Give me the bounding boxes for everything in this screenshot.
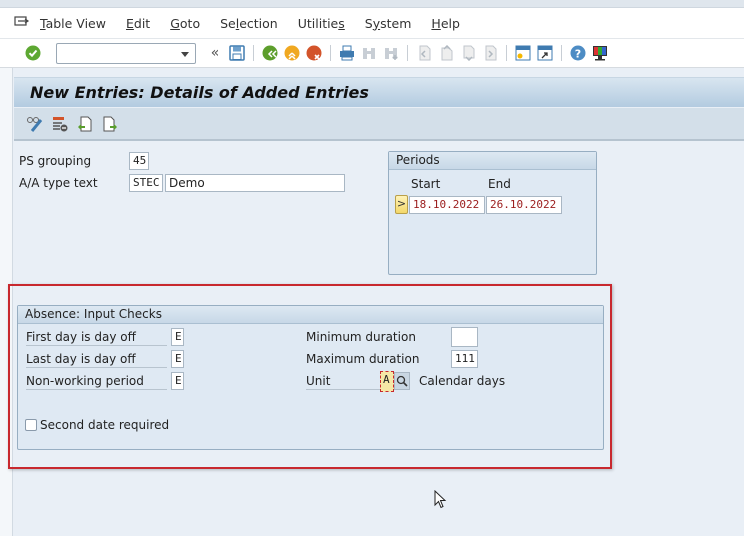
customize-layout-icon[interactable] xyxy=(591,44,609,62)
window-top-strip xyxy=(0,0,744,8)
toolbar-separator xyxy=(253,45,254,61)
menu-bar: Table View Edit Goto Selection Utilities… xyxy=(0,8,744,38)
page-title: New Entries: Details of Added Entries xyxy=(30,83,369,102)
print-icon[interactable] xyxy=(338,44,356,62)
mouse-cursor-icon xyxy=(434,489,448,513)
maximum-duration-field[interactable]: 111 xyxy=(451,350,478,368)
first-page-icon[interactable] xyxy=(415,44,433,62)
chevron-down-icon[interactable] xyxy=(181,51,189,57)
periods-end-header: End xyxy=(488,177,511,191)
periods-start-header: Start xyxy=(411,177,441,191)
non-working-period-field[interactable]: E xyxy=(171,372,184,390)
menu-edit[interactable]: Edit xyxy=(126,16,150,31)
title-bar: New Entries: Details of Added Entries xyxy=(14,77,744,107)
standard-toolbar: « ? xyxy=(0,38,744,68)
menu-selection[interactable]: Selection xyxy=(220,16,278,31)
toolbar-separator xyxy=(330,45,331,61)
back-icon[interactable] xyxy=(261,44,279,62)
menu-utilities[interactable]: Utilities xyxy=(298,16,345,31)
menu-table-view[interactable]: Table View xyxy=(40,16,106,31)
search-icon xyxy=(396,375,408,387)
second-date-required-checkbox[interactable] xyxy=(25,419,37,431)
search-help-button[interactable] xyxy=(394,372,410,390)
first-day-off-label: First day is day off xyxy=(26,328,167,346)
previous-page-icon[interactable] xyxy=(437,44,455,62)
ps-grouping-label: PS grouping xyxy=(19,154,92,168)
aa-type-text-label: A/A type text xyxy=(19,176,98,190)
aa-type-text-field[interactable]: Demo xyxy=(165,174,345,192)
next-entry-icon[interactable] xyxy=(101,115,119,133)
first-day-off-field[interactable]: E xyxy=(171,328,184,346)
command-field[interactable] xyxy=(56,42,196,64)
new-session-icon[interactable] xyxy=(514,44,532,62)
toolbar-separator xyxy=(407,45,408,61)
system-menu-icon[interactable] xyxy=(14,16,30,30)
shortcut-icon[interactable] xyxy=(536,44,554,62)
enter-icon[interactable] xyxy=(24,44,42,62)
last-day-off-field[interactable]: E xyxy=(171,350,184,368)
command-input[interactable] xyxy=(57,43,175,63)
application-toolbar xyxy=(14,108,744,141)
save-icon[interactable] xyxy=(228,44,246,62)
previous-entry-icon[interactable] xyxy=(76,115,94,133)
help-icon[interactable]: ? xyxy=(569,44,587,62)
find-next-icon[interactable] xyxy=(382,44,400,62)
last-page-icon[interactable] xyxy=(481,44,499,62)
cancel-icon[interactable] xyxy=(305,44,323,62)
non-working-period-label: Non-working period xyxy=(26,372,167,390)
exit-icon[interactable] xyxy=(283,44,301,62)
find-icon[interactable] xyxy=(360,44,378,62)
minimum-duration-label: Minimum duration xyxy=(306,330,416,344)
periods-title: Periods xyxy=(389,152,596,170)
menu-help[interactable]: Help xyxy=(431,16,460,31)
next-page-icon[interactable] xyxy=(459,44,477,62)
input-checks-title: Absence: Input Checks xyxy=(18,306,603,324)
last-day-off-label: Last day is day off xyxy=(26,350,167,368)
display-change-icon[interactable] xyxy=(26,115,44,133)
menu-system[interactable]: System xyxy=(365,16,412,31)
maximum-duration-label: Maximum duration xyxy=(306,352,420,366)
menu-goto[interactable]: Goto xyxy=(170,16,200,31)
svg-text:?: ? xyxy=(574,47,580,60)
aa-type-code-field[interactable]: STEC xyxy=(129,174,163,192)
period-start-field[interactable]: 18.10.2022 xyxy=(409,196,485,214)
ps-grouping-field[interactable]: 45 xyxy=(129,152,149,170)
period-end-field[interactable]: 26.10.2022 xyxy=(486,196,562,214)
row-selector-button[interactable]: > xyxy=(395,195,408,214)
collapse-icon[interactable]: « xyxy=(206,44,224,62)
second-date-required-label: Second date required xyxy=(40,418,170,432)
unit-description: Calendar days xyxy=(419,374,506,388)
unit-field[interactable]: A xyxy=(380,371,394,392)
delete-entry-icon[interactable] xyxy=(51,115,69,133)
toolbar-separator xyxy=(561,45,562,61)
unit-label: Unit xyxy=(306,372,382,390)
minimum-duration-field[interactable] xyxy=(451,327,478,347)
toolbar-separator xyxy=(506,45,507,61)
